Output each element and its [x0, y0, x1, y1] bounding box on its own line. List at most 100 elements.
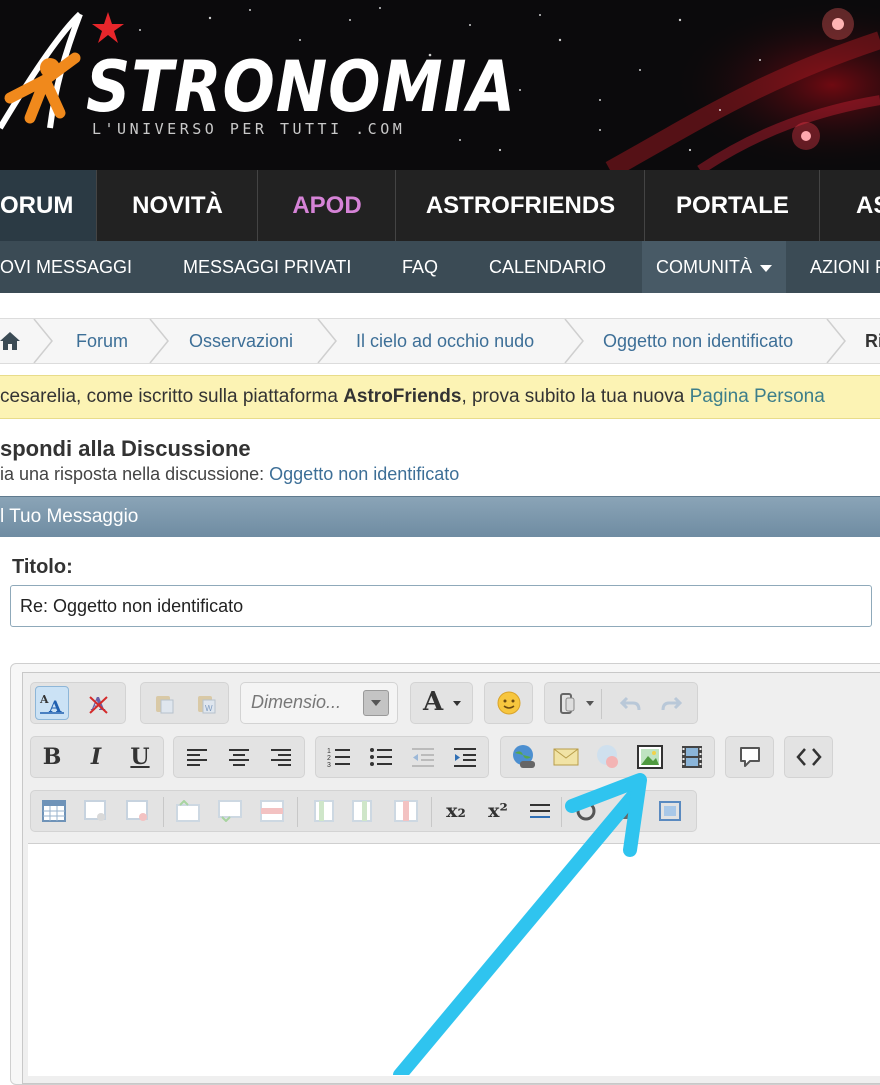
notice-text: cesarelia, come iscritto sulla piattafor…: [0, 386, 344, 407]
outdent-icon[interactable]: [406, 740, 440, 774]
quote-icon[interactable]: [733, 740, 767, 774]
toolbar-group-paste: W: [140, 682, 229, 724]
redo-icon[interactable]: [655, 686, 689, 720]
align-right-icon[interactable]: [264, 740, 298, 774]
nav-tab-novita[interactable]: NOVITÀ: [96, 170, 258, 241]
insert-link-icon[interactable]: [507, 740, 541, 774]
smiley-icon[interactable]: [492, 686, 526, 720]
underline-button[interactable]: U: [123, 740, 157, 774]
font-color-select[interactable]: A: [410, 682, 473, 724]
insert-row-below-icon[interactable]: [213, 794, 247, 828]
chevron-down-icon[interactable]: [586, 701, 594, 706]
subscript-button[interactable]: x₂: [439, 794, 473, 828]
nav-tab-apod[interactable]: APOD: [257, 170, 396, 241]
divider: [297, 797, 298, 827]
chevron-down-icon: [760, 264, 772, 272]
svg-text:2: 2: [327, 755, 331, 762]
notice-banner: cesarelia, come iscritto sulla piattafor…: [0, 375, 880, 419]
spoiler-icon[interactable]: [569, 794, 603, 828]
breadcrumb-forum[interactable]: Forum: [76, 319, 128, 363]
notice-link[interactable]: Pagina Persona: [690, 386, 825, 407]
delete-row-icon[interactable]: [255, 794, 289, 828]
insert-image-icon[interactable]: [633, 740, 667, 774]
home-icon[interactable]: [0, 331, 20, 351]
title-input[interactable]: Re: Oggetto non identificato: [10, 585, 872, 627]
svg-text:W: W: [205, 704, 213, 713]
insert-row-above-icon[interactable]: [171, 794, 205, 828]
nav-tab-astrofriends[interactable]: ASTROFRIENDS: [395, 170, 645, 241]
remove-link-icon[interactable]: [591, 740, 625, 774]
subnav-faq[interactable]: FAQ: [402, 241, 438, 293]
table-properties-icon[interactable]: [79, 794, 113, 828]
breadcrumb-osservazioni[interactable]: Osservazioni: [189, 319, 293, 363]
chevron-down-icon: [453, 701, 461, 706]
subnav-calendario[interactable]: CALENDARIO: [489, 241, 606, 293]
breadcrumb-cielo[interactable]: Il cielo ad occhio nudo: [356, 319, 534, 363]
delete-column-icon[interactable]: [389, 794, 423, 828]
subtitle-text: ia una risposta nella discussione:: [0, 464, 270, 484]
font-size-select[interactable]: Dimensio...: [240, 682, 398, 724]
insert-column-left-icon[interactable]: [305, 794, 339, 828]
nav-tab-portale[interactable]: PORTALE: [644, 170, 820, 241]
font-size-placeholder: Dimensio...: [251, 692, 342, 712]
toolbar-group-text-style: B I U: [30, 736, 164, 778]
font-color-icon: A: [423, 687, 444, 717]
insert-column-right-icon[interactable]: [347, 794, 381, 828]
toolbar-group-table: x₂ x²: [30, 790, 697, 832]
message-textarea[interactable]: [28, 843, 880, 1076]
subnav-messaggi-privati[interactable]: MESSAGGI PRIVATI: [183, 241, 351, 293]
superscript-button[interactable]: x²: [481, 794, 515, 828]
toolbar-group-mode: AA A: [30, 682, 126, 724]
align-center-icon[interactable]: [222, 740, 256, 774]
divider: [601, 689, 602, 719]
toolbar-group-smilies: [484, 682, 533, 724]
align-left-icon[interactable]: [180, 740, 214, 774]
nav-tab-more[interactable]: AS: [819, 170, 880, 241]
block-icon[interactable]: [611, 794, 645, 828]
horizontal-rule-icon[interactable]: [523, 794, 557, 828]
nav-tab-forum[interactable]: ORUM: [0, 170, 96, 241]
maximize-icon[interactable]: [653, 794, 687, 828]
bold-button[interactable]: B: [35, 740, 69, 774]
undo-icon[interactable]: [613, 686, 647, 720]
subnav-nuovi-messaggi[interactable]: OVI MESSAGGI: [0, 241, 132, 293]
thread-link[interactable]: Oggetto non identificato: [269, 464, 459, 484]
divider: [561, 797, 562, 827]
subnav-comunita-label: COMUNITÀ: [656, 257, 752, 277]
notice-text-middle: , prova subito la tua nuova: [461, 386, 690, 407]
remove-format-icon[interactable]: A: [83, 686, 117, 720]
section-header: l Tuo Messaggio: [0, 496, 880, 537]
toolbar-group-lists: 123: [315, 736, 489, 778]
delete-table-icon[interactable]: [121, 794, 155, 828]
divider: [163, 797, 164, 827]
logo-wordmark: STRONOMIA: [86, 46, 516, 128]
breadcrumb-current: Ri: [865, 331, 880, 351]
svg-text:1: 1: [327, 748, 331, 755]
svg-text:3: 3: [327, 762, 331, 768]
paste-icon[interactable]: [147, 686, 181, 720]
italic-button[interactable]: I: [79, 740, 113, 774]
code-icon[interactable]: [792, 740, 826, 774]
attachment-icon[interactable]: [551, 686, 585, 720]
divider: [431, 797, 432, 827]
wysiwyg-mode-icon[interactable]: AA: [35, 686, 69, 720]
breadcrumb-separator: [564, 319, 584, 363]
secondary-nav: OVI MESSAGGI MESSAGGI PRIVATI FAQ CALEND…: [0, 241, 880, 293]
insert-video-icon[interactable]: [675, 740, 709, 774]
unordered-list-icon[interactable]: [364, 740, 398, 774]
dropdown-arrow-icon[interactable]: [363, 690, 389, 716]
page-subtitle: ia una risposta nella discussione: Ogget…: [0, 464, 459, 485]
insert-table-icon[interactable]: [37, 794, 71, 828]
insert-email-icon[interactable]: [549, 740, 583, 774]
subnav-comunita[interactable]: COMUNITÀ: [642, 241, 786, 293]
breadcrumb: Forum Osservazioni Il cielo ad occhio nu…: [0, 318, 880, 364]
ordered-list-icon[interactable]: 123: [322, 740, 356, 774]
paste-word-icon[interactable]: W: [189, 686, 223, 720]
breadcrumb-oggetto[interactable]: Oggetto non identificato: [603, 319, 793, 363]
indent-icon[interactable]: [448, 740, 482, 774]
toolbar-group-code: [784, 736, 833, 778]
svg-text:A: A: [39, 693, 49, 706]
toolbar-group-quote: [725, 736, 774, 778]
logo-tagline: L'UNIVERSO PER TUTTI .COM: [92, 120, 406, 138]
subnav-azioni[interactable]: AZIONI F: [810, 241, 880, 293]
